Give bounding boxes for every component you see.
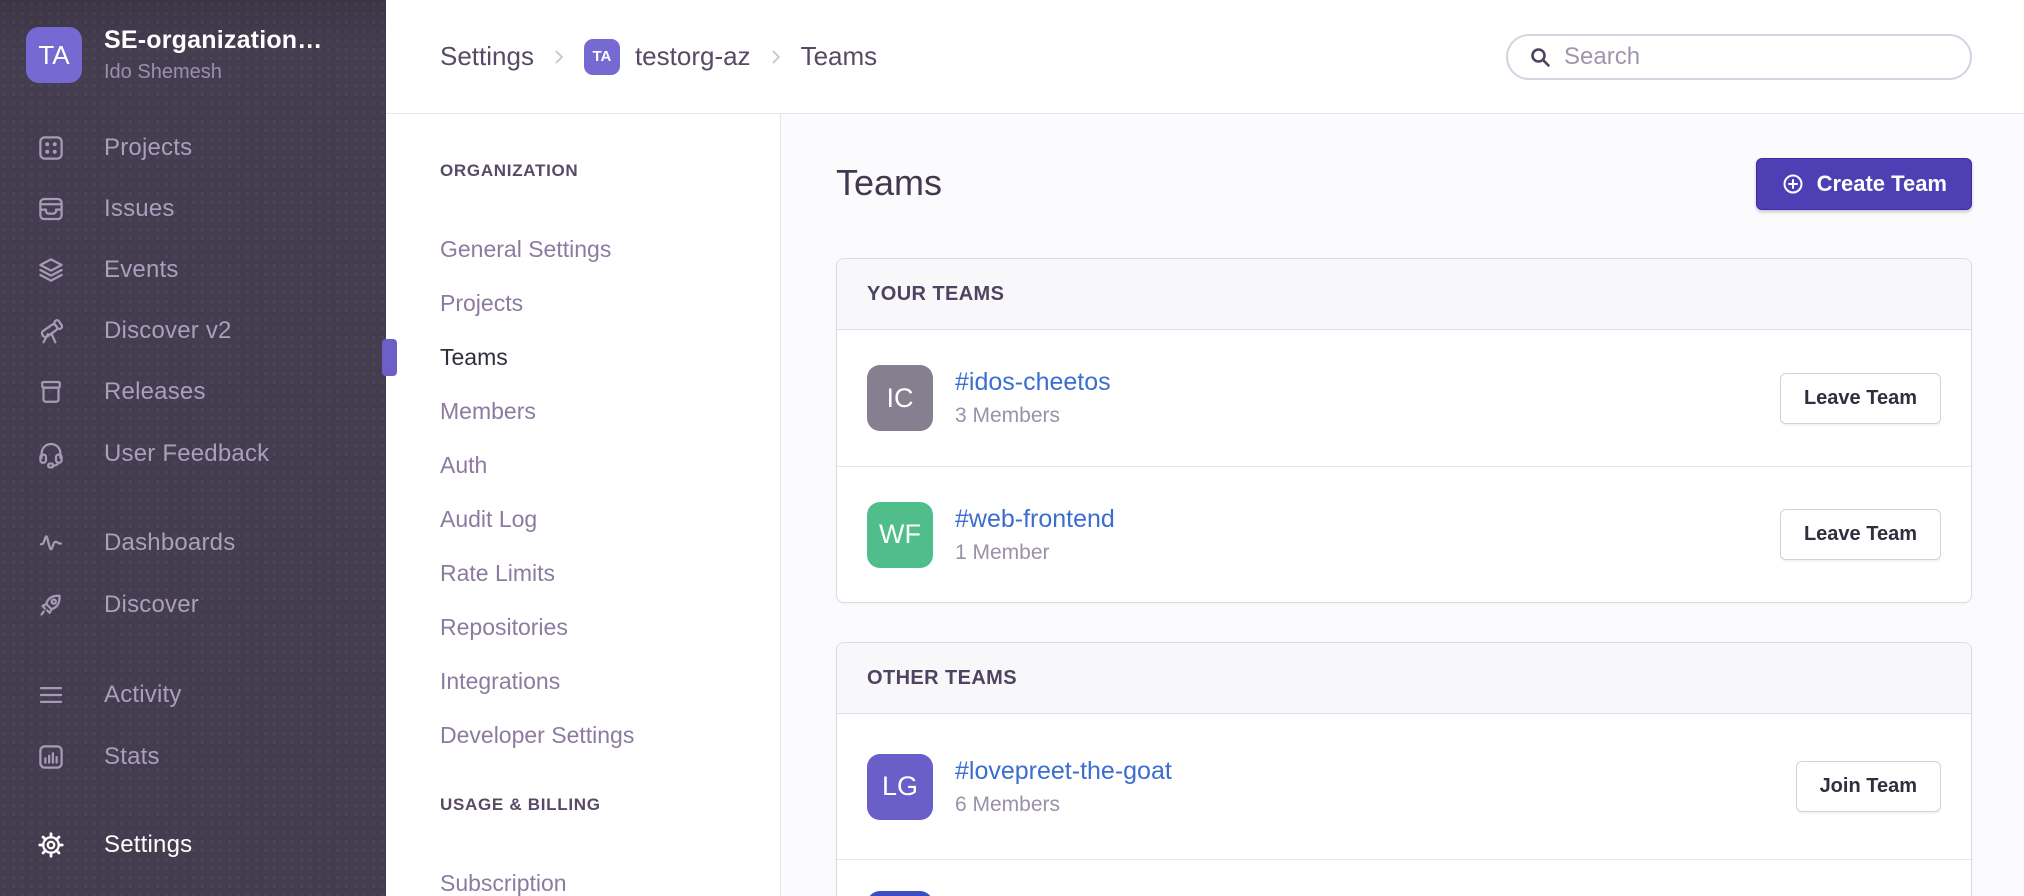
join-team-button[interactable]: Join Team (1796, 761, 1941, 812)
page-title: Teams (836, 158, 942, 208)
sidebar-item-projects[interactable]: Projects (0, 126, 386, 170)
settings-nav-item-auth[interactable]: Auth (440, 438, 770, 492)
sidebar-item-issues[interactable]: Issues (0, 187, 386, 231)
sidebar-item-discover-v2[interactable]: Discover v2 (0, 309, 386, 353)
sidebar-item-settings[interactable]: Settings (0, 823, 386, 867)
team-link-idos-cheetos[interactable]: #idos-cheetos (955, 368, 1111, 397)
team-avatar: WF (867, 502, 933, 568)
team-avatar-partial (867, 891, 933, 896)
settings-nav-item-repositories[interactable]: Repositories (440, 600, 770, 654)
other-teams-panel: OTHER TEAMS LG #lovepreet-the-goat 6 Mem… (836, 642, 1972, 896)
rocket-icon (36, 590, 66, 620)
breadcrumb-settings[interactable]: Settings (440, 41, 534, 72)
primary-sidebar: TA SE-organization… Ido Shemesh Projects… (0, 0, 386, 896)
sidebar-item-events[interactable]: Events (0, 248, 386, 292)
settings-nav-panel: ORGANIZATION General Settings Projects T… (386, 114, 781, 896)
team-member-count: 1 Member (955, 541, 1115, 565)
settings-nav-item-subscription[interactable]: Subscription (440, 856, 770, 896)
settings-nav-section-usage-billing: USAGE & BILLING (440, 790, 770, 820)
settings-nav-item-members[interactable]: Members (440, 384, 770, 438)
sidebar-item-activity[interactable]: Activity (0, 673, 386, 717)
your-teams-panel: YOUR TEAMS IC #idos-cheetos 3 Members Le… (836, 258, 1972, 603)
team-avatar: LG (867, 754, 933, 820)
team-row-web-frontend: WF #web-frontend 1 Member Leave Team (837, 466, 1971, 602)
search-input[interactable] (1564, 43, 1960, 71)
sidebar-item-stats[interactable]: Stats (0, 735, 386, 779)
chevron-right-icon (549, 47, 569, 67)
settings-nav-item-developer-settings[interactable]: Developer Settings (440, 708, 770, 762)
team-member-count: 3 Members (955, 404, 1111, 428)
org-user-name: Ido Shemesh (104, 61, 344, 84)
gear-icon (36, 830, 66, 860)
chevron-right-icon (766, 47, 786, 67)
settings-nav-item-rate-limits[interactable]: Rate Limits (440, 546, 770, 600)
settings-nav-item-audit-log[interactable]: Audit Log (440, 492, 770, 546)
search-box[interactable] (1506, 34, 1972, 80)
settings-nav-section-organization: ORGANIZATION (440, 156, 770, 186)
headset-icon (36, 439, 66, 469)
team-avatar: IC (867, 365, 933, 431)
team-row-idos-cheetos: IC #idos-cheetos 3 Members Leave Team (837, 330, 1971, 466)
your-teams-header: YOUR TEAMS (837, 259, 1971, 330)
settings-nav-item-teams[interactable]: Teams (440, 330, 770, 384)
search-icon (1528, 45, 1552, 69)
team-row-lovepreet-the-goat: LG #lovepreet-the-goat 6 Members Join Te… (837, 714, 1971, 859)
team-member-count: 6 Members (955, 793, 1172, 817)
sentry-teams-settings-page: { "sidebar": { "org": { "initials": "TA"… (0, 0, 2024, 896)
sidebar-item-user-feedback[interactable]: User Feedback (0, 432, 386, 476)
settings-nav: ORGANIZATION General Settings Projects T… (440, 156, 770, 896)
settings-nav-item-integrations[interactable]: Integrations (440, 654, 770, 708)
org-avatar: TA (26, 27, 82, 83)
breadcrumb-teams[interactable]: Teams (801, 41, 878, 72)
projects-icon (36, 133, 66, 163)
pulse-icon (36, 528, 66, 558)
org-avatar-initials: TA (38, 40, 69, 71)
org-switcher[interactable]: TA SE-organization… Ido Shemesh (26, 26, 344, 84)
telescope-icon (36, 316, 66, 346)
active-nav-indicator (382, 339, 397, 376)
create-team-button[interactable]: Create Team (1756, 158, 1972, 210)
sidebar-item-dashboards[interactable]: Dashboards (0, 521, 386, 565)
team-link-lovepreet-the-goat[interactable]: #lovepreet-the-goat (955, 757, 1172, 786)
plus-circle-icon (1781, 172, 1805, 196)
issues-icon (36, 194, 66, 224)
sidebar-item-releases[interactable]: Releases (0, 370, 386, 414)
archive-icon (36, 377, 66, 407)
org-name: SE-organization… (104, 26, 334, 55)
settings-nav-item-projects[interactable]: Projects (440, 276, 770, 330)
team-row-partial (837, 859, 1971, 896)
team-link-web-frontend[interactable]: #web-frontend (955, 505, 1115, 534)
settings-nav-item-general-settings[interactable]: General Settings (440, 222, 770, 276)
bar-chart-icon (36, 742, 66, 772)
leave-team-button[interactable]: Leave Team (1780, 373, 1941, 424)
lines-icon (36, 680, 66, 710)
top-bar: Settings TA testorg-az Teams (386, 0, 2024, 114)
breadcrumb-org-badge: TA (584, 39, 620, 75)
breadcrumb-org[interactable]: testorg-az (635, 41, 751, 72)
breadcrumb: Settings TA testorg-az Teams (440, 39, 877, 75)
other-teams-header: OTHER TEAMS (837, 643, 1971, 714)
events-icon (36, 255, 66, 285)
sidebar-item-discover[interactable]: Discover (0, 583, 386, 627)
create-team-label: Create Team (1817, 171, 1947, 197)
leave-team-button[interactable]: Leave Team (1780, 509, 1941, 560)
